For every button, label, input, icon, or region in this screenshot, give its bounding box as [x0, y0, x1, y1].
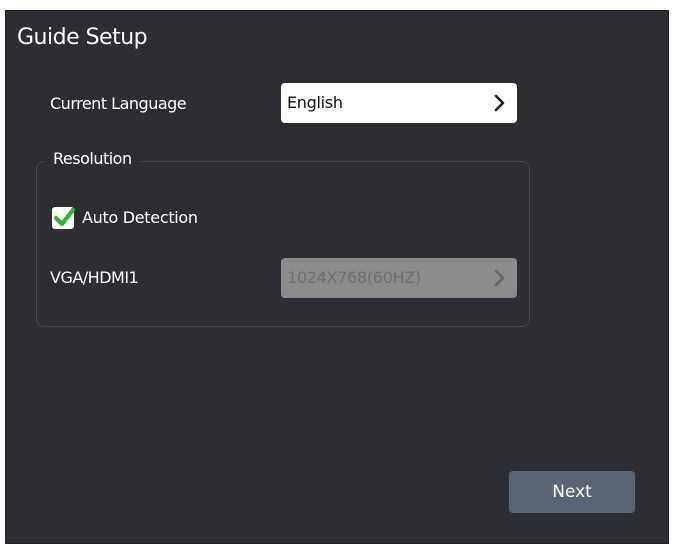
- language-selector[interactable]: English: [281, 83, 517, 123]
- dialog-title: Guide Setup: [17, 25, 148, 50]
- chevron-right-icon: [494, 269, 505, 287]
- next-button[interactable]: Next: [509, 471, 635, 513]
- language-value: English: [287, 93, 343, 112]
- auto-detection-label: Auto Detection: [82, 208, 198, 227]
- resolution-group-label: Resolution: [45, 149, 140, 168]
- resolution-value: 1024X768(60HZ): [287, 268, 421, 287]
- auto-detection-checkbox[interactable]: [52, 207, 76, 229]
- vga-hdmi-label: VGA/HDMI1: [50, 268, 139, 287]
- chevron-right-icon: [494, 94, 505, 112]
- resolution-group: [36, 161, 530, 327]
- guide-setup-dialog: Guide Setup Current Language English Res…: [5, 10, 669, 544]
- resolution-selector: 1024X768(60HZ): [281, 258, 517, 298]
- current-language-label: Current Language: [50, 94, 187, 113]
- checkmark-icon: [53, 207, 76, 227]
